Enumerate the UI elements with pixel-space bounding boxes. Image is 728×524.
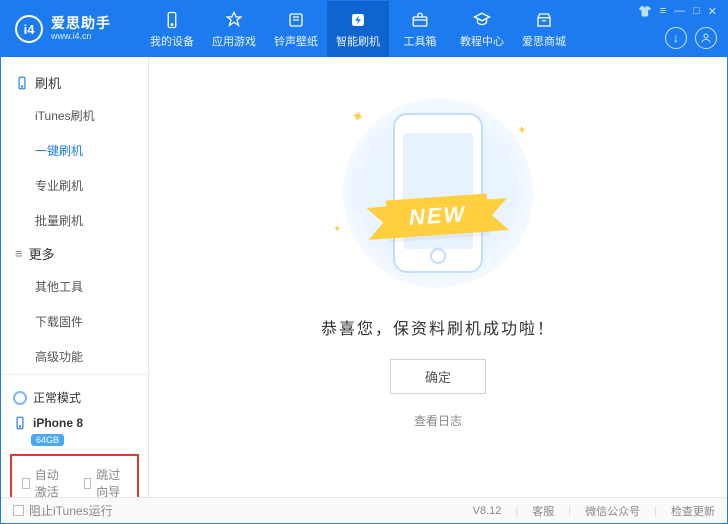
ok-button[interactable]: 确定 bbox=[390, 359, 486, 394]
device-row[interactable]: iPhone 8 bbox=[11, 412, 138, 432]
tab-flash[interactable]: 智能刷机 bbox=[327, 1, 389, 57]
star-icon: ✦ bbox=[349, 106, 367, 129]
user-icon[interactable] bbox=[695, 27, 717, 49]
sidebar-item[interactable]: iTunes刷机 bbox=[35, 98, 148, 133]
sidebar-item[interactable]: 一键刷机 bbox=[35, 133, 148, 168]
device-name: iPhone 8 bbox=[33, 416, 83, 430]
brand-title: 爱思助手 bbox=[51, 16, 111, 31]
view-log-link[interactable]: 查看日志 bbox=[414, 412, 462, 429]
success-illustration: ✦ ✦ ✦ NEW bbox=[323, 93, 553, 293]
wechat-link[interactable]: 微信公众号 bbox=[585, 503, 640, 519]
tab-ringtones[interactable]: 铃声壁纸 bbox=[265, 1, 327, 57]
brand-subtitle: www.i4.cn bbox=[51, 32, 111, 42]
mall-icon bbox=[534, 10, 554, 30]
maximize-button[interactable]: □ bbox=[693, 5, 700, 18]
app-header: i4 爱思助手 www.i4.cn 我的设备应用游戏铃声壁纸智能刷机工具箱教程中… bbox=[1, 1, 727, 57]
sidebar-item[interactable]: 下载固件 bbox=[35, 304, 148, 339]
minimize-button[interactable]: — bbox=[674, 5, 685, 18]
refresh-icon bbox=[13, 391, 27, 405]
tshirt-icon[interactable]: 👕 bbox=[638, 5, 652, 18]
ringtones-icon bbox=[286, 10, 306, 30]
tab-devices[interactable]: 我的设备 bbox=[141, 1, 203, 57]
tutorial-icon bbox=[472, 10, 492, 30]
tab-tutorial[interactable]: 教程中心 bbox=[451, 1, 513, 57]
checkbox-icon bbox=[84, 478, 92, 489]
close-button[interactable]: ✕ bbox=[708, 5, 717, 18]
result-message: 恭喜您，保资料刷机成功啦！ bbox=[321, 315, 555, 339]
block-itunes-checkbox[interactable]: 阻止iTunes运行 bbox=[13, 502, 113, 519]
sidebar-item[interactable]: 高级功能 bbox=[35, 339, 148, 374]
checkbox-icon bbox=[13, 505, 24, 516]
capacity-badge: 64GB bbox=[31, 434, 64, 446]
download-icon[interactable]: ↓ bbox=[665, 27, 687, 49]
sidebar-item[interactable]: 专业刷机 bbox=[35, 168, 148, 203]
devices-icon bbox=[162, 10, 182, 30]
more-icon: ≡ bbox=[15, 246, 23, 261]
main-content: ✦ ✦ ✦ NEW 恭喜您，保资料刷机成功啦！ 确定 查看日志 bbox=[149, 57, 727, 497]
sidebar: 刷机 iTunes刷机一键刷机专业刷机批量刷机 ≡ 更多 其他工具下载固件高级功… bbox=[1, 57, 149, 497]
sidebar-item[interactable]: 批量刷机 bbox=[35, 203, 148, 238]
status-bar: 阻止iTunes运行 V8.12 | 客服 | 微信公众号 | 检查更新 bbox=[1, 497, 727, 523]
sidebar-section-flash[interactable]: 刷机 bbox=[1, 67, 148, 98]
auto-activate-checkbox[interactable]: 自动激活 bbox=[22, 466, 66, 500]
support-link[interactable]: 客服 bbox=[532, 503, 554, 519]
tab-mall[interactable]: 爱思商城 bbox=[513, 1, 575, 57]
version-label: V8.12 bbox=[473, 505, 502, 517]
tab-toolbox[interactable]: 工具箱 bbox=[389, 1, 451, 57]
flash-icon bbox=[348, 10, 368, 30]
brand: i4 爱思助手 www.i4.cn bbox=[1, 15, 141, 43]
skip-guide-checkbox[interactable]: 跳过向导 bbox=[84, 466, 128, 500]
checkbox-icon bbox=[22, 478, 30, 489]
toolbox-icon bbox=[410, 10, 430, 30]
apps-icon bbox=[224, 10, 244, 30]
check-update-link[interactable]: 检查更新 bbox=[671, 503, 715, 519]
sidebar-item[interactable]: 其他工具 bbox=[35, 269, 148, 304]
menu-icon[interactable]: ≡ bbox=[660, 5, 666, 18]
phone-icon bbox=[393, 113, 483, 273]
tab-apps[interactable]: 应用游戏 bbox=[203, 1, 265, 57]
new-ribbon: NEW bbox=[386, 194, 490, 239]
sidebar-section-more[interactable]: ≡ 更多 bbox=[1, 238, 148, 269]
star-icon: ✦ bbox=[516, 122, 528, 138]
brand-logo-icon: i4 bbox=[15, 15, 43, 43]
device-mode[interactable]: 正常模式 bbox=[11, 383, 138, 412]
window-controls: 👕 ≡ — □ ✕ bbox=[638, 5, 717, 18]
